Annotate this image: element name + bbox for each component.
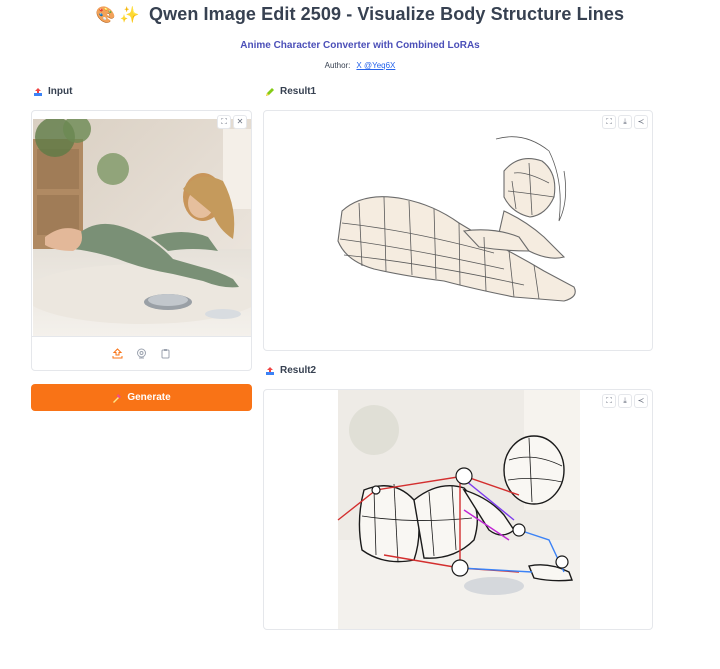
page-title-text: Qwen Image Edit 2509 - Visualize Body St…: [149, 4, 625, 24]
author-line: Author: X @Yeq6X: [0, 61, 720, 70]
result2-label: Result2: [265, 365, 316, 376]
clipboard-icon[interactable]: [159, 347, 173, 361]
download-icon[interactable]: ⤓: [618, 115, 632, 129]
download-icon[interactable]: ⤓: [618, 394, 632, 408]
input-image-panel[interactable]: ⛶ ✕: [31, 110, 252, 371]
share-icon[interactable]: ≺: [634, 115, 648, 129]
result1-sketch-image: [337, 136, 576, 302]
result2-image-panel[interactable]: ⛶ ⤓ ≺: [263, 389, 653, 630]
fullscreen-icon[interactable]: ⛶: [217, 115, 231, 129]
input-label: Input: [33, 86, 72, 97]
input-source-bar: [32, 336, 251, 370]
result2-label-text: Result2: [280, 365, 317, 376]
sparkle-gem-icon: [113, 393, 122, 403]
upload-tray-icon: [34, 87, 42, 96]
page-title: 🎨 ✨ Qwen Image Edit 2509 - Visualize Body…: [0, 4, 720, 25]
palette-icon: 🎨: [95, 7, 116, 24]
author-label: Author:: [324, 61, 351, 70]
pencil-icon: [266, 87, 274, 96]
input-photo: [33, 119, 251, 337]
upload-tray-icon: [266, 366, 274, 375]
result1-label-text: Result1: [280, 86, 317, 97]
upload-icon[interactable]: [111, 347, 125, 361]
result1-label: Result1: [265, 86, 316, 97]
fullscreen-icon[interactable]: ⛶: [602, 115, 616, 129]
input-toolbar: ⛶ ✕: [217, 115, 247, 129]
generate-button[interactable]: Generate: [31, 384, 252, 411]
author-link[interactable]: X @Yeq6X: [356, 61, 395, 70]
generate-button-label: Generate: [127, 392, 171, 403]
sparkles-icon: ✨: [119, 7, 140, 24]
result1-toolbar: ⛶ ⤓ ≺: [602, 115, 648, 129]
result1-image-panel[interactable]: ⛶ ⤓ ≺: [263, 110, 653, 351]
fullscreen-icon[interactable]: ⛶: [602, 394, 616, 408]
result2-structure-image: [337, 390, 580, 629]
webcam-icon[interactable]: [135, 347, 149, 361]
close-icon[interactable]: ✕: [233, 115, 247, 129]
result2-toolbar: ⛶ ⤓ ≺: [602, 394, 648, 408]
share-icon[interactable]: ≺: [634, 394, 648, 408]
page-subtitle: Anime Character Converter with Combined …: [240, 40, 480, 51]
input-label-text: Input: [48, 86, 73, 97]
